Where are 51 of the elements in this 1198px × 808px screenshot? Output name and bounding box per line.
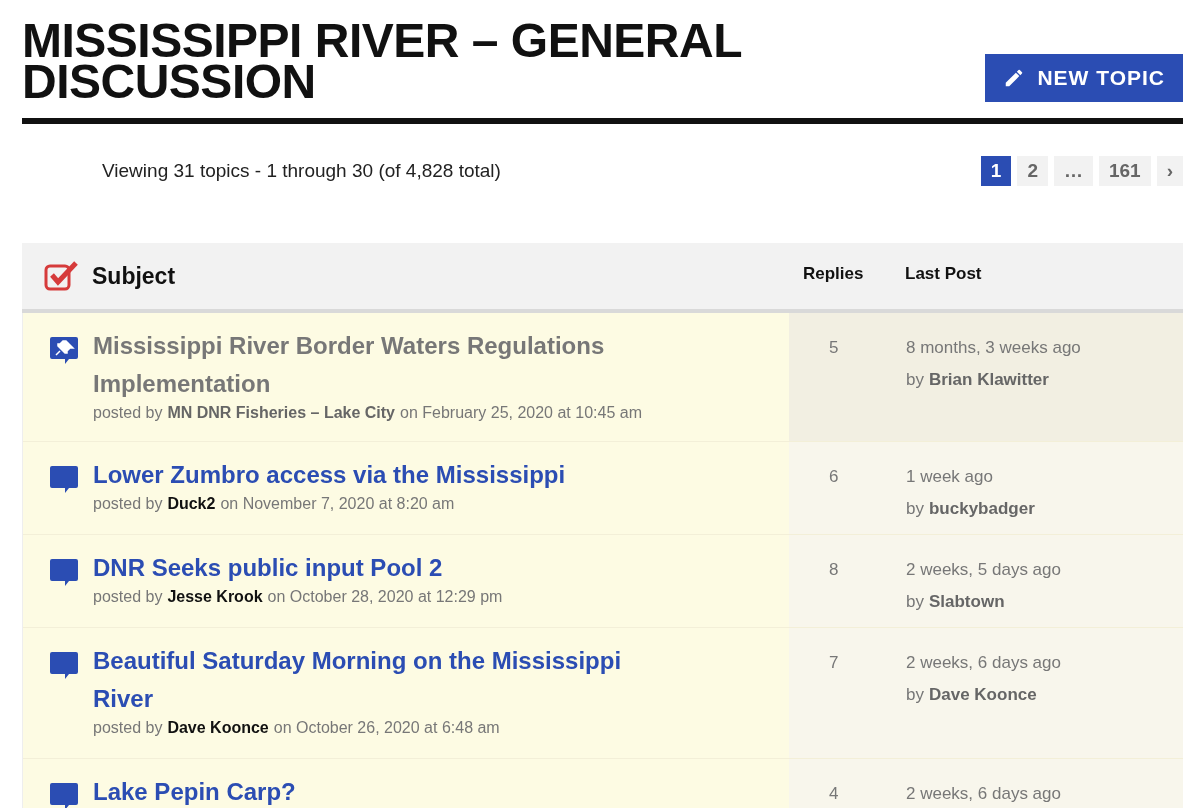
topic-title-link[interactable]: Mississippi River Border Waters Regulations Implementation [93,327,653,403]
topic-title-link[interactable]: Lower Zumbro access via the Mississippi [93,456,653,494]
topic-title-link[interactable]: Beautiful Saturday Morning on the Mississippi River [93,642,653,718]
checkbox-icon [44,261,78,291]
topic-title-link[interactable]: DNR Seeks public input Pool 2 [93,549,653,587]
pushpin-bubble-icon [49,336,79,366]
post-date: on October 28, 2020 at 12:29 pm [267,587,503,607]
page-link[interactable]: … [1053,156,1093,186]
reply-count: 7 [828,652,840,674]
last-post-time: 2 weeks, 6 days ago [906,783,1061,805]
page-link[interactable]: 2 [1017,156,1048,186]
new-topic-button[interactable]: NEW TOPIC [985,54,1183,102]
column-header: Subject [92,261,176,291]
page-link[interactable]: 161 [1098,156,1151,186]
last-post-time: 2 weeks, 6 days ago [906,652,1061,674]
by-label: by [906,683,924,706]
reply-count: 6 [828,466,840,488]
forum-title: MISSISSIPPI RIVER – GENERAL DISCUSSION [22,20,743,102]
speech-bubble-icon [49,465,79,495]
by-label: by [906,368,924,391]
speech-bubble-icon [49,558,79,588]
posted-by-label: posted by [93,587,163,607]
reply-count: 8 [828,559,840,581]
last-author-link[interactable]: buckybadger [928,495,1035,521]
by-label: by [906,497,924,520]
last-author-link[interactable]: Slabtown [928,588,1005,614]
reply-count: 4 [828,783,840,805]
author-link[interactable]: Jesse Krook [167,587,263,607]
reply-count: 5 [828,337,840,359]
speech-bubble-icon [49,782,79,808]
last-author-link[interactable]: Brian Klawitter [928,366,1049,392]
post-date: on October 26, 2020 at 6:48 am [273,718,500,738]
author-link[interactable]: Dave Koonce [167,718,269,738]
posted-by-label: posted by [93,403,163,423]
last-post-time: 8 months, 3 weeks ago [906,337,1081,359]
author-link[interactable]: Duck2 [167,494,216,514]
column-header: Replies [802,263,865,286]
page-link[interactable]: › [1156,156,1183,186]
by-label: by [906,590,924,613]
author-link[interactable]: MN DNR Fisheries – Lake City [167,403,395,423]
column-header: Last Post [905,263,982,286]
page-link[interactable]: 1 [980,156,1012,186]
last-post-time: 1 week ago [906,466,994,488]
last-author-link[interactable]: Dave Koonce [928,681,1037,707]
posted-by-label: posted by [93,494,163,514]
post-date: on February 25, 2020 at 10:45 am [400,403,642,423]
topic-count-summary: Viewing 31 topics - 1 through 30 (of 4,828 total) [101,158,501,183]
last-post-time: 2 weeks, 5 days ago [906,559,1061,581]
speech-bubble-icon [49,651,79,681]
posted-by-label: posted by [93,718,163,738]
post-date: on November 7, 2020 at 8:20 am [220,494,455,514]
